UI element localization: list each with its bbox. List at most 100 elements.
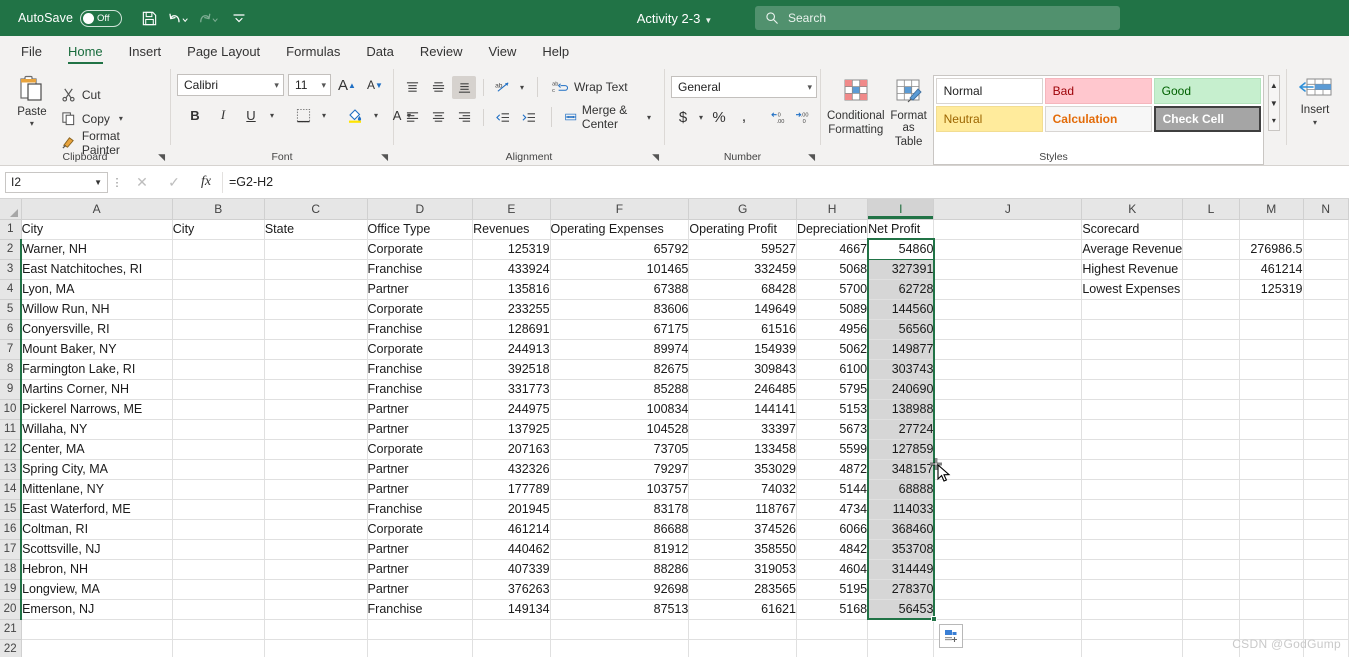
column-header-e[interactable]: E [472, 199, 551, 220]
column-header-h[interactable]: H [796, 199, 869, 220]
cell-d6[interactable]: Franchise [367, 319, 474, 340]
cell-f16[interactable]: 86688 [550, 519, 690, 540]
cell-k3[interactable]: Highest Revenue [1081, 259, 1184, 280]
cell-g21[interactable] [688, 619, 797, 640]
cell-c11[interactable] [264, 419, 368, 440]
cell-f19[interactable]: 92698 [550, 579, 690, 600]
cell-style-calculation[interactable]: Calculation [1044, 106, 1152, 132]
align-right-icon[interactable] [452, 106, 476, 129]
cell-e15[interactable]: 201945 [472, 499, 551, 520]
number-format-combo[interactable]: General ▾ [671, 76, 817, 98]
cell-e20[interactable]: 149134 [472, 599, 551, 620]
cell-h11[interactable]: 5673 [796, 419, 869, 440]
cancel-formula-icon[interactable]: ✕ [126, 170, 158, 194]
cell-i6[interactable]: 56560 [867, 319, 935, 340]
cell-i11[interactable]: 27724 [867, 419, 935, 440]
number-format-chevron-down-icon[interactable]: ▾ [807, 82, 812, 93]
formula-bar-grip[interactable]: ⋮ [108, 176, 126, 189]
cell-f4[interactable]: 67388 [550, 279, 690, 300]
cell-f20[interactable]: 87513 [550, 599, 690, 620]
cell-h18[interactable]: 4604 [796, 559, 869, 580]
cell-m19[interactable] [1239, 579, 1304, 600]
column-header-i[interactable]: I [867, 199, 935, 220]
cell-e21[interactable] [472, 619, 551, 640]
cell-g9[interactable]: 246485 [688, 379, 797, 400]
align-bottom-icon[interactable] [452, 75, 476, 99]
cell-g2[interactable]: 59527 [688, 239, 797, 260]
cell-n18[interactable] [1303, 559, 1349, 580]
cell-l16[interactable] [1182, 519, 1240, 540]
cell-j5[interactable] [933, 299, 1083, 320]
cell-i21[interactable] [867, 619, 935, 640]
cell-e10[interactable]: 244975 [472, 399, 551, 420]
cell-f21[interactable] [550, 619, 690, 640]
paste-chevron-down-icon[interactable]: ▾ [30, 119, 34, 128]
undo-icon[interactable] [166, 5, 192, 31]
cell-a5[interactable]: Willow Run, NH [21, 299, 173, 320]
cell-d4[interactable]: Partner [367, 279, 474, 300]
table-row[interactable]: 21 [0, 619, 1349, 640]
cell-a15[interactable]: East Waterford, ME [21, 499, 173, 520]
cell-l22[interactable] [1182, 639, 1240, 657]
cell-a3[interactable]: East Natchitoches, RI [21, 259, 173, 280]
increase-decimal-icon[interactable]: 0.00 [766, 106, 790, 129]
cell-f3[interactable]: 101465 [550, 259, 690, 280]
cell-f17[interactable]: 81912 [550, 539, 690, 560]
tab-insert[interactable]: Insert [116, 41, 175, 64]
column-header-j[interactable]: J [933, 199, 1083, 220]
table-row[interactable]: 14 Mittenlane, NY Partner 177789 103757 74032… [0, 479, 1349, 500]
table-row[interactable]: 22 [0, 639, 1349, 657]
cell-a1[interactable]: City [21, 219, 173, 240]
cell-n13[interactable] [1303, 459, 1349, 480]
cell-k13[interactable] [1081, 459, 1184, 480]
cell-j1[interactable] [933, 219, 1083, 240]
cell-e9[interactable]: 331773 [472, 379, 551, 400]
cell-j4[interactable] [933, 279, 1083, 300]
cell-b12[interactable] [172, 439, 265, 460]
cell-k6[interactable] [1081, 319, 1184, 340]
cell-l10[interactable] [1182, 399, 1240, 420]
increase-indent-icon[interactable] [517, 106, 541, 129]
cell-l7[interactable] [1182, 339, 1240, 360]
cell-j12[interactable] [933, 439, 1083, 460]
cell-c1[interactable]: State [264, 219, 368, 240]
document-title-chevron-down-icon[interactable]: ▼ [704, 16, 712, 25]
cell-i22[interactable] [867, 639, 935, 657]
cell-f10[interactable]: 100834 [550, 399, 690, 420]
cell-m4[interactable]: 125319 [1239, 279, 1304, 300]
cell-n15[interactable] [1303, 499, 1349, 520]
cell-f13[interactable]: 79297 [550, 459, 690, 480]
cell-j9[interactable] [933, 379, 1083, 400]
merge-center-button[interactable]: Merge & Center ▾ [561, 103, 658, 131]
table-row[interactable]: 8 Farmington Lake, RI Franchise 392518 82675… [0, 359, 1349, 380]
row-header-18[interactable]: 18 [0, 559, 23, 580]
tab-help[interactable]: Help [529, 41, 582, 64]
cell-l15[interactable] [1182, 499, 1240, 520]
cell-h7[interactable]: 5062 [796, 339, 869, 360]
name-box[interactable]: I2 ▼ [5, 171, 108, 193]
table-row[interactable]: 10 Pickerel Narrows, ME Partner 244975 10083… [0, 399, 1349, 420]
insert-function-icon[interactable]: fx [190, 170, 222, 194]
cell-j3[interactable] [933, 259, 1083, 280]
cell-h5[interactable]: 5089 [796, 299, 869, 320]
row-header-20[interactable]: 20 [0, 599, 23, 620]
cell-b8[interactable] [172, 359, 265, 380]
cell-g20[interactable]: 61621 [688, 599, 797, 620]
table-row[interactable]: 18 Hebron, NH Partner 407339 88286 319053 4604… [0, 559, 1349, 580]
cell-a16[interactable]: Coltman, RI [21, 519, 173, 540]
spreadsheet-grid[interactable]: A B C D E F G H I J K L M N 1 City City [0, 199, 1349, 657]
alignment-dialog-launcher-icon[interactable]: ◥ [652, 152, 659, 163]
row-header-11[interactable]: 11 [0, 419, 23, 440]
cell-g5[interactable]: 149649 [688, 299, 797, 320]
cell-n10[interactable] [1303, 399, 1349, 420]
cell-j11[interactable] [933, 419, 1083, 440]
cell-c5[interactable] [264, 299, 368, 320]
cell-e2[interactable]: 125319 [472, 239, 551, 260]
cell-b4[interactable] [172, 279, 265, 300]
orientation-chevron-down-icon[interactable]: ▾ [517, 83, 527, 92]
cell-h14[interactable]: 5144 [796, 479, 869, 500]
row-header-4[interactable]: 4 [0, 279, 23, 300]
row-header-13[interactable]: 13 [0, 459, 23, 480]
cell-c9[interactable] [264, 379, 368, 400]
font-name-chevron-down-icon[interactable]: ▾ [274, 80, 279, 91]
